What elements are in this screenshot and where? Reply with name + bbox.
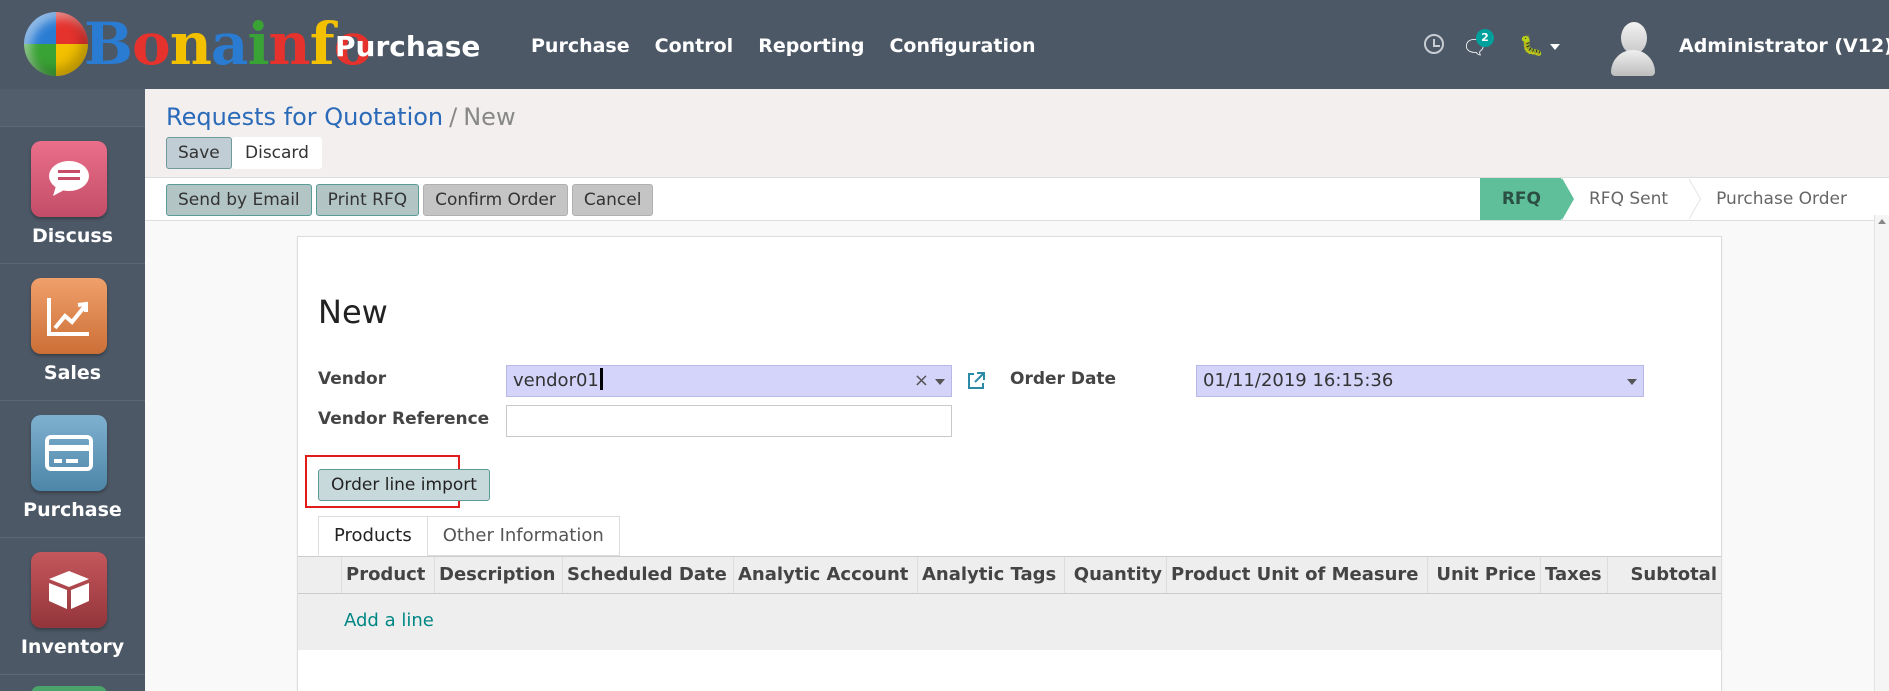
external-link-icon[interactable] bbox=[966, 371, 986, 391]
debug-bug-icon[interactable]: 🐛 bbox=[1519, 33, 1560, 57]
cancel-button[interactable]: Cancel bbox=[571, 184, 654, 216]
column-analytic-tags[interactable]: Analytic Tags bbox=[917, 557, 1064, 593]
column-subtotal[interactable]: Subtotal bbox=[1607, 557, 1721, 593]
avatar[interactable] bbox=[1609, 20, 1657, 76]
bonainfo-logo[interactable]: Bonainfo bbox=[24, 10, 372, 78]
sidebar-app-label: Sales bbox=[43, 362, 102, 384]
chevron-down-icon[interactable] bbox=[1627, 379, 1637, 385]
record-title: New bbox=[318, 293, 388, 331]
clear-icon[interactable]: × bbox=[914, 366, 929, 396]
user-menu[interactable]: Administrator (V12) bbox=[1679, 35, 1889, 57]
user-name: Administrator (V12) bbox=[1679, 35, 1889, 57]
inventory-box-icon bbox=[31, 552, 107, 628]
confirm-order-button[interactable]: Confirm Order bbox=[423, 184, 568, 216]
purchase-card-icon bbox=[31, 415, 107, 491]
breadcrumb-separator: / bbox=[449, 103, 458, 131]
stage-rfq[interactable]: RFQ bbox=[1479, 178, 1575, 220]
sidebar-app-label: Purchase bbox=[23, 499, 122, 521]
text-cursor bbox=[599, 368, 603, 390]
vendor-value: vendor01 bbox=[513, 370, 599, 391]
column-product[interactable]: Product bbox=[341, 557, 434, 593]
column-handle bbox=[298, 557, 341, 593]
vendor-label: Vendor bbox=[318, 369, 387, 389]
notebook-tabs: Products Other Information bbox=[318, 516, 620, 556]
sidebar-top-strip bbox=[0, 89, 145, 127]
sidebar-app-next-peek[interactable] bbox=[31, 686, 107, 691]
add-a-line-link[interactable]: Add a line bbox=[344, 610, 434, 631]
breadcrumb: Requests for Quotation / New bbox=[166, 103, 516, 131]
column-analytic-account[interactable]: Analytic Account bbox=[733, 557, 917, 593]
control-panel: Requests for Quotation / New Save Discard bbox=[145, 89, 1889, 178]
send-by-email-button[interactable]: Send by Email bbox=[166, 184, 312, 216]
order-lines-header: Product Description Scheduled Date Analy… bbox=[298, 556, 1721, 594]
sidebar-app-discuss[interactable]: Discuss bbox=[0, 127, 145, 264]
vendor-field[interactable]: vendor01 × bbox=[506, 365, 952, 397]
activities-clock-icon[interactable] bbox=[1424, 34, 1444, 54]
menu-control[interactable]: Control bbox=[655, 35, 734, 57]
sidebar-app-purchase[interactable]: Purchase bbox=[0, 401, 145, 538]
discard-button[interactable]: Discard bbox=[232, 137, 322, 169]
sidebar-app-label: Inventory bbox=[20, 636, 125, 658]
status-buttons: Send by Email Print RFQ Confirm Order Ca… bbox=[166, 184, 654, 216]
logo-text: Bonainfo bbox=[84, 10, 372, 78]
form-sheet: New Vendor vendor01 × Order Date 01/11/2… bbox=[297, 236, 1722, 691]
page-scrollbar[interactable] bbox=[1874, 215, 1889, 691]
column-scheduled-date[interactable]: Scheduled Date bbox=[562, 557, 733, 593]
column-unit-of-measure[interactable]: Product Unit of Measure bbox=[1166, 557, 1427, 593]
sales-chart-icon bbox=[31, 278, 107, 354]
tab-other-information[interactable]: Other Information bbox=[426, 516, 620, 556]
menu-reporting[interactable]: Reporting bbox=[758, 35, 864, 57]
discuss-icon bbox=[31, 141, 107, 217]
order-line-import-button[interactable]: Order line import bbox=[318, 469, 490, 501]
app-sidebar: Discuss Sales Purchase Inventory bbox=[0, 89, 145, 691]
logo-ball-icon bbox=[24, 12, 88, 76]
top-navbar: Bonainfo Purchase Purchase Control Repor… bbox=[0, 0, 1889, 89]
vendor-reference-field[interactable] bbox=[506, 405, 952, 437]
messages-count-badge: 2 bbox=[1476, 29, 1494, 47]
stage-rfq-sent[interactable]: RFQ Sent bbox=[1561, 178, 1702, 220]
stage-pipeline: RFQ RFQ Sent Purchase Order bbox=[1479, 178, 1867, 220]
status-bar: Send by Email Print RFQ Confirm Order Ca… bbox=[145, 178, 1889, 221]
breadcrumb-current: New bbox=[463, 103, 516, 131]
vendor-reference-label: Vendor Reference bbox=[318, 409, 490, 429]
breadcrumb-parent-link[interactable]: Requests for Quotation bbox=[166, 103, 443, 131]
stage-purchase-order[interactable]: Purchase Order bbox=[1688, 178, 1867, 220]
chevron-down-icon[interactable] bbox=[935, 379, 945, 385]
order-date-value: 01/11/2019 16:15:36 bbox=[1203, 370, 1394, 391]
order-date-field[interactable]: 01/11/2019 16:15:36 bbox=[1196, 365, 1644, 397]
order-date-label: Order Date bbox=[1010, 369, 1117, 389]
print-rfq-button[interactable]: Print RFQ bbox=[315, 184, 420, 216]
order-lines-body: Add a line bbox=[298, 594, 1721, 650]
column-description[interactable]: Description bbox=[434, 557, 562, 593]
chevron-down-icon bbox=[1549, 43, 1560, 50]
column-taxes[interactable]: Taxes bbox=[1540, 557, 1607, 593]
column-quantity[interactable]: Quantity bbox=[1064, 557, 1166, 593]
sidebar-app-inventory[interactable]: Inventory bbox=[0, 538, 145, 675]
menu-purchase[interactable]: Purchase bbox=[531, 35, 630, 57]
column-unit-price[interactable]: Unit Price bbox=[1427, 557, 1540, 593]
top-menu: Purchase Control Reporting Configuration bbox=[531, 35, 1036, 57]
sidebar-app-label: Discuss bbox=[31, 225, 113, 247]
sidebar-app-sales[interactable]: Sales bbox=[0, 264, 145, 401]
tab-products[interactable]: Products bbox=[318, 516, 428, 556]
menu-configuration[interactable]: Configuration bbox=[889, 35, 1035, 57]
save-button[interactable]: Save bbox=[166, 137, 232, 169]
app-title: Purchase bbox=[335, 30, 481, 63]
